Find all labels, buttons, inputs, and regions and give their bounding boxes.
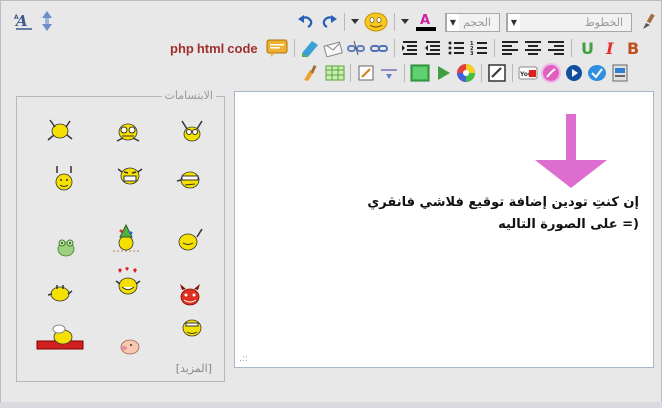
smilies-legend: الابتسامات bbox=[161, 89, 216, 102]
editor-content: إن كنتِ تودين إضافة توقيع فلاشي فانقري ع… bbox=[259, 192, 639, 236]
spellcheck-icon[interactable] bbox=[487, 63, 507, 83]
code-button[interactable]: code bbox=[227, 41, 257, 56]
smiley-waving-icon[interactable] bbox=[175, 225, 205, 255]
html-button[interactable]: html bbox=[197, 41, 224, 56]
unordered-list-icon[interactable] bbox=[446, 38, 466, 58]
resize-arrows-icon[interactable] bbox=[37, 11, 57, 31]
toolbar-row-2: php html code 123 U I B bbox=[170, 38, 643, 58]
smiley-dancing-icon[interactable] bbox=[45, 115, 75, 145]
outdent-icon[interactable] bbox=[423, 38, 443, 58]
video-icon[interactable] bbox=[610, 63, 630, 83]
play-media-icon[interactable] bbox=[433, 63, 453, 83]
smiley-thinking-icon[interactable] bbox=[45, 279, 75, 309]
svg-text:U: U bbox=[581, 39, 594, 57]
svg-text:3: 3 bbox=[470, 51, 474, 56]
undo-icon[interactable] bbox=[296, 12, 316, 32]
editor-textarea[interactable]: إن كنتِ تودين إضافة توقيع فلاشي فانقري ع… bbox=[234, 91, 654, 368]
arrow-down-icon bbox=[535, 114, 607, 188]
svg-text:A: A bbox=[420, 13, 430, 28]
horizontal-rule-icon[interactable] bbox=[379, 63, 399, 83]
underline-icon[interactable]: U bbox=[577, 38, 597, 58]
media-player-icon[interactable] bbox=[564, 63, 584, 83]
link-icon[interactable] bbox=[369, 38, 389, 58]
emoticon-icon[interactable] bbox=[363, 12, 389, 32]
svg-text:I: I bbox=[605, 39, 614, 57]
quote-icon[interactable] bbox=[265, 38, 289, 58]
ordered-list-icon[interactable]: 123 bbox=[469, 38, 489, 58]
chevron-down-icon: ▼ bbox=[507, 13, 520, 31]
clean-format-icon[interactable] bbox=[302, 63, 322, 83]
smiley-devil-icon[interactable] bbox=[175, 281, 205, 311]
flash-icon[interactable] bbox=[541, 63, 561, 83]
smiley-laughing-icon[interactable] bbox=[115, 161, 145, 191]
image-icon[interactable] bbox=[410, 63, 430, 83]
resize-grip-icon[interactable]: .:: bbox=[239, 354, 248, 364]
bold-icon[interactable]: B bbox=[623, 38, 643, 58]
smiley-cool-icon[interactable] bbox=[175, 165, 205, 195]
font-color-icon[interactable]: A bbox=[413, 12, 439, 32]
table-icon[interactable] bbox=[325, 63, 345, 83]
smiley-glasses-icon[interactable] bbox=[113, 117, 143, 147]
toolbar-row-3: You bbox=[302, 63, 630, 83]
php-button[interactable]: php bbox=[170, 41, 194, 56]
editor-line-1: إن كنتِ تودين إضافة توقيع فلاشي فانقري bbox=[367, 195, 639, 210]
direction-controls: AA bbox=[14, 11, 57, 31]
smilies-panel: الابتسامات [المزيد] bbox=[16, 89, 225, 382]
indent-icon[interactable] bbox=[400, 38, 420, 58]
smiley-love-icon[interactable] bbox=[113, 267, 143, 297]
smiley-frog-icon[interactable] bbox=[51, 231, 81, 261]
smiley-prayer-rug-icon[interactable] bbox=[33, 319, 87, 353]
smiley-party-icon[interactable] bbox=[111, 223, 141, 253]
smiley-drinking-icon[interactable] bbox=[177, 313, 207, 343]
youtube-icon[interactable]: You bbox=[518, 63, 538, 83]
smiley-hands-up-icon[interactable] bbox=[49, 163, 79, 193]
smiley-cheering-icon[interactable] bbox=[177, 117, 207, 147]
edit-document-icon[interactable] bbox=[356, 63, 376, 83]
paint-brush-icon[interactable] bbox=[639, 12, 659, 32]
svg-text:B: B bbox=[627, 39, 639, 57]
color-wheel-icon[interactable] bbox=[456, 63, 476, 83]
align-left-icon[interactable] bbox=[500, 38, 520, 58]
email-icon[interactable] bbox=[322, 38, 343, 58]
unlink-icon[interactable] bbox=[346, 38, 366, 58]
align-center-icon[interactable] bbox=[523, 38, 543, 58]
highlight-icon[interactable] bbox=[300, 38, 320, 58]
more-smilies-link[interactable]: [المزيد] bbox=[176, 362, 212, 375]
redo-icon[interactable] bbox=[319, 12, 339, 32]
emoticon-dropdown-arrow-icon[interactable] bbox=[350, 12, 360, 32]
color-dropdown-arrow-icon[interactable] bbox=[400, 12, 410, 32]
size-select[interactable]: ▼ الحجم bbox=[445, 12, 500, 32]
editor-line-2: على الصورة التاليه =) bbox=[498, 217, 639, 232]
chevron-down-icon: ▼ bbox=[446, 13, 459, 31]
bottom-strip bbox=[0, 402, 662, 408]
smiley-pig-icon[interactable] bbox=[115, 331, 145, 361]
size-select-label: الحجم bbox=[463, 15, 491, 29]
realplayer-icon[interactable] bbox=[587, 63, 607, 83]
align-right-icon[interactable] bbox=[546, 38, 566, 58]
font-select[interactable]: ▼ الخطوط bbox=[506, 12, 632, 32]
font-select-label: الخطوط bbox=[584, 15, 623, 29]
toolbar-row-1: A ▼ الحجم ▼ الخطوط bbox=[296, 12, 659, 32]
text-direction-icon[interactable]: AA bbox=[14, 11, 34, 31]
svg-text:A: A bbox=[14, 14, 19, 21]
italic-icon[interactable]: I bbox=[600, 38, 620, 58]
